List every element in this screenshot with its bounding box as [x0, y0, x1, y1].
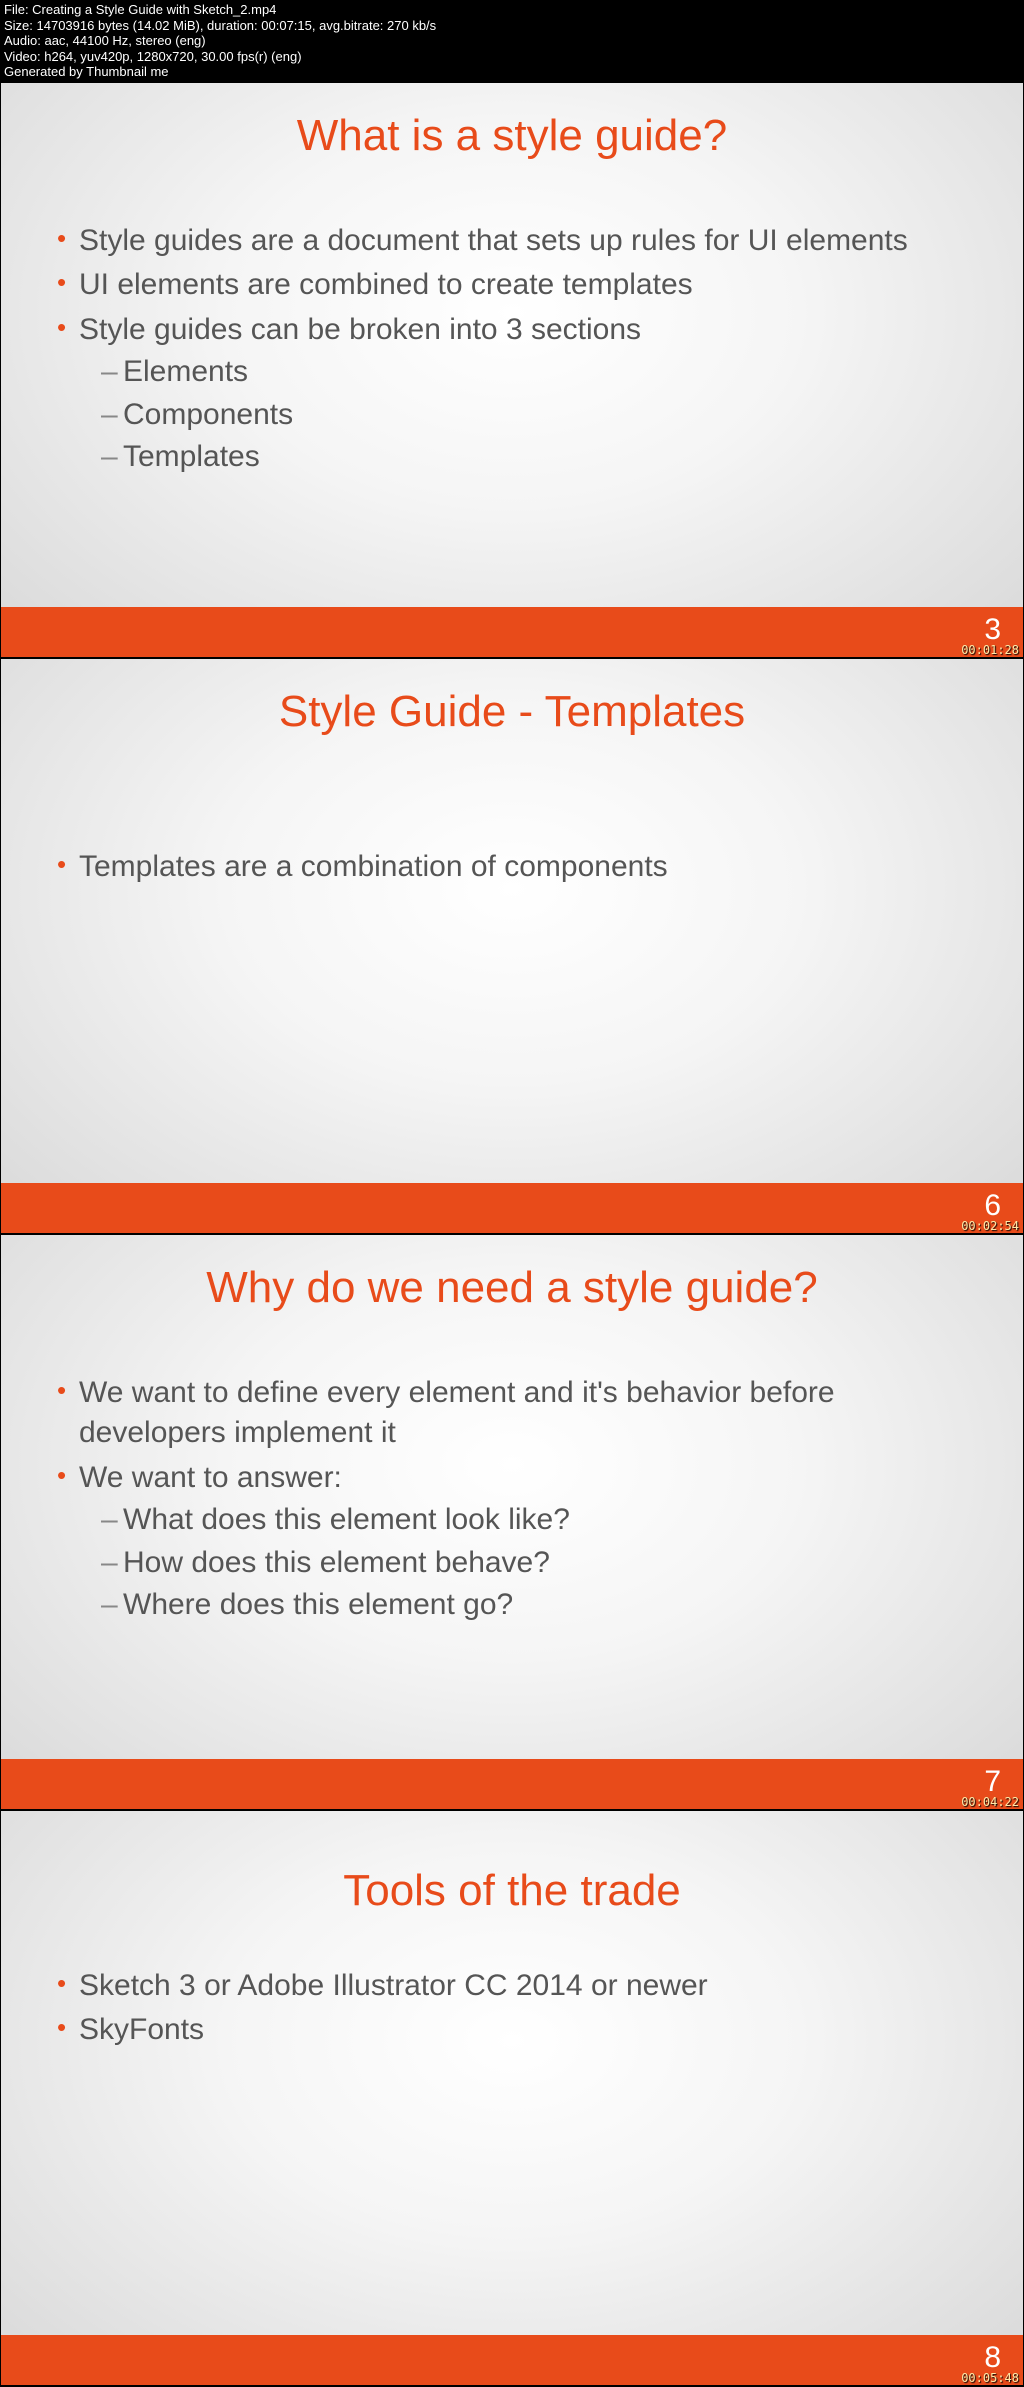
file-line: File: Creating a Style Guide with Sketch…	[4, 2, 1020, 18]
bullet-item: UI elements are combined to create templ…	[51, 265, 973, 306]
video-metadata-header: File: Creating a Style Guide with Sketch…	[0, 0, 1024, 82]
bullet-text: We want to answer:	[79, 1461, 342, 1494]
slide-thumbnail: Style Guide - Templates Templates are a …	[0, 658, 1024, 1234]
timestamp: 00:04:22	[961, 1795, 1019, 1809]
bullet-item: We want to define every element and it's…	[51, 1373, 973, 1454]
generated-line: Generated by Thumbnail me	[4, 64, 1020, 80]
slide-body: We want to define every element and it's…	[1, 1323, 1023, 1650]
audio-line: Audio: aac, 44100 Hz, stereo (eng)	[4, 33, 1020, 49]
bullet-item: Style guides can be broken into 3 sectio…	[51, 310, 973, 478]
slide-thumbnail: Tools of the trade Sketch 3 or Adobe Ill…	[0, 1810, 1024, 2386]
sub-item: Elements	[99, 352, 973, 393]
size-line: Size: 14703916 bytes (14.02 MiB), durati…	[4, 18, 1020, 34]
slide-body: Sketch 3 or Adobe Illustrator CC 2014 or…	[1, 1926, 1023, 2075]
sub-item: Templates	[99, 437, 973, 478]
sub-item: Components	[99, 395, 973, 436]
video-line: Video: h264, yuv420p, 1280x720, 30.00 fp…	[4, 49, 1020, 65]
footer-bar: 3	[1, 607, 1023, 657]
sub-item: How does this element behave?	[99, 1543, 973, 1584]
sub-item: What does this element look like?	[99, 1500, 973, 1541]
sub-list: Elements Components Templates	[79, 352, 973, 478]
timestamp: 00:02:54	[961, 1219, 1019, 1233]
bullet-item: Sketch 3 or Adobe Illustrator CC 2014 or…	[51, 1966, 973, 2007]
slide-title: Why do we need a style guide?	[1, 1235, 1023, 1323]
slide-title: Tools of the trade	[1, 1811, 1023, 1926]
footer-bar: 6	[1, 1183, 1023, 1233]
bullet-list: Templates are a combination of component…	[51, 847, 973, 888]
bullet-item: We want to answer: What does this elemen…	[51, 1458, 973, 1626]
timestamp: 00:05:48	[961, 2371, 1019, 2385]
slide-title: What is a style guide?	[1, 83, 1023, 171]
slide-body: Style guides are a document that sets up…	[1, 171, 1023, 502]
page-number: 8	[984, 2341, 1001, 2375]
slide-thumbnail: What is a style guide? Style guides are …	[0, 82, 1024, 658]
slide-title: Style Guide - Templates	[1, 659, 1023, 747]
slide-body: Templates are a combination of component…	[1, 747, 1023, 912]
footer-bar: 8	[1, 2335, 1023, 2385]
bullet-text: Style guides can be broken into 3 sectio…	[79, 313, 641, 346]
page-number: 6	[984, 1189, 1001, 1223]
bullet-list: Sketch 3 or Adobe Illustrator CC 2014 or…	[51, 1966, 973, 2051]
slide-thumbnail: Why do we need a style guide? We want to…	[0, 1234, 1024, 1810]
page-number: 3	[984, 613, 1001, 647]
sub-list: What does this element look like? How do…	[79, 1500, 973, 1626]
bullet-list: We want to define every element and it's…	[51, 1373, 973, 1626]
bullet-list: Style guides are a document that sets up…	[51, 221, 973, 478]
sub-item: Where does this element go?	[99, 1585, 973, 1626]
footer-bar: 7	[1, 1759, 1023, 1809]
bullet-item: Templates are a combination of component…	[51, 847, 973, 888]
bullet-item: SkyFonts	[51, 2010, 973, 2051]
bullet-item: Style guides are a document that sets up…	[51, 221, 973, 262]
page-number: 7	[984, 1765, 1001, 1799]
timestamp: 00:01:28	[961, 643, 1019, 657]
